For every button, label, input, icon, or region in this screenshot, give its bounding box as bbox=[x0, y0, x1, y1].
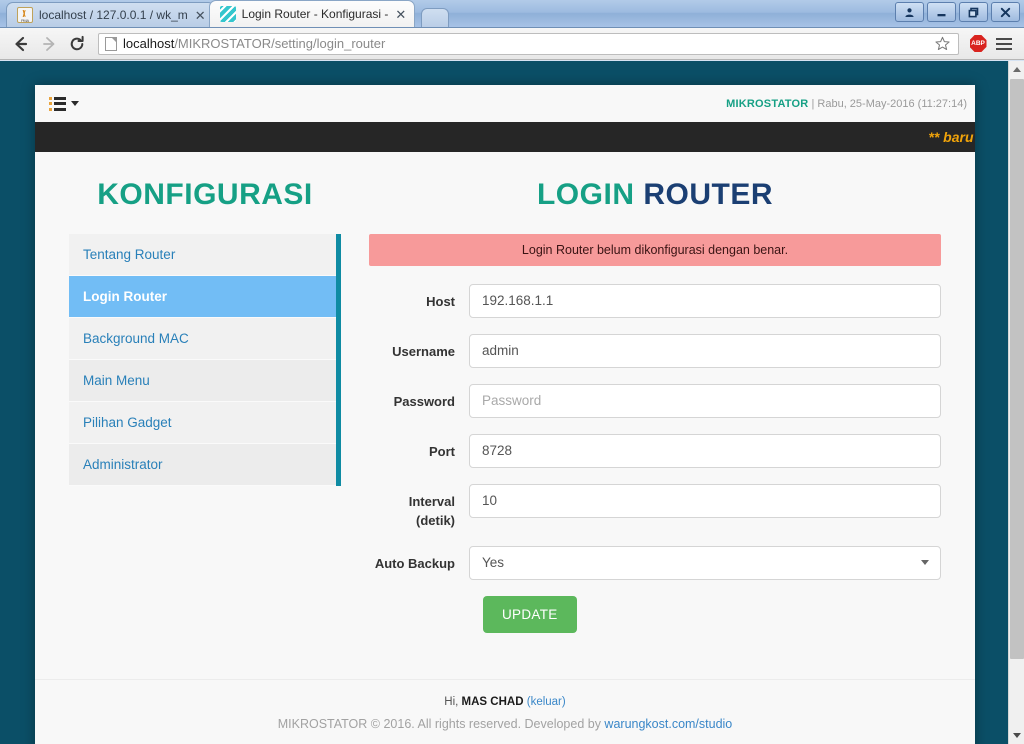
chevron-down-icon bbox=[921, 560, 929, 565]
browser-window: localhost / 127.0.0.1 / wk_m ✕ Login Rou… bbox=[0, 0, 1024, 744]
page-document-icon bbox=[105, 36, 117, 51]
list-menu-icon bbox=[49, 96, 66, 111]
scroll-up-button[interactable] bbox=[1009, 61, 1024, 78]
browser-titlebar: localhost / 127.0.0.1 / wk_m ✕ Login Rou… bbox=[0, 0, 1024, 28]
developer-link[interactable]: warungkost.com/studio bbox=[604, 717, 732, 731]
marquee-bar: ** baru saja : avi bbox=[35, 122, 975, 152]
username-label: Username bbox=[392, 344, 455, 359]
user-account-button[interactable] bbox=[895, 2, 924, 22]
page-title-part1: LOGIN bbox=[536, 178, 644, 211]
sidebar-item-login-router[interactable]: Login Router bbox=[69, 276, 336, 318]
sidebar-item-administrator[interactable]: Administrator bbox=[69, 444, 336, 486]
address-host: localhost bbox=[123, 36, 175, 51]
update-button[interactable]: UPDATE bbox=[483, 596, 577, 633]
browser-toolbar: localhost/MIKROSTATOR/setting/login_rout… bbox=[0, 28, 1024, 60]
scroll-down-button[interactable] bbox=[1009, 727, 1024, 744]
sidebar-item-tentang-router[interactable]: Tentang Router bbox=[69, 234, 336, 276]
phpmyadmin-favicon-icon bbox=[17, 7, 33, 23]
auto-backup-select[interactable]: Yes bbox=[469, 546, 941, 580]
tab-strip: localhost / 127.0.0.1 / wk_m ✕ Login Rou… bbox=[0, 0, 450, 27]
sidebar-item-background-mac[interactable]: Background MAC bbox=[69, 318, 336, 360]
browser-tab-phpmyadmin[interactable]: localhost / 127.0.0.1 / wk_m ✕ bbox=[6, 2, 215, 27]
scrollbar-thumb[interactable] bbox=[1010, 79, 1024, 659]
interval-label: Interval (detik) bbox=[408, 494, 455, 528]
host-input[interactable]: 192.168.1.1 bbox=[469, 284, 941, 318]
logout-link[interactable]: (keluar) bbox=[527, 696, 566, 708]
footer-copyright: MIKROSTATOR © 2016. All rights reserved.… bbox=[35, 717, 975, 731]
footer-greeting: Hi, bbox=[444, 696, 459, 708]
status-alert: Login Router belum dikonfigurasi dengan … bbox=[369, 234, 941, 266]
password-input[interactable]: Password bbox=[469, 384, 941, 418]
footer-user-line: Hi, MAS CHAD (keluar) bbox=[35, 696, 975, 708]
auto-backup-select-wrap: Yes bbox=[469, 546, 941, 580]
host-label: Host bbox=[426, 294, 455, 309]
port-label: Port bbox=[429, 444, 455, 459]
app-content: KONFIGURASI Tentang Router Login Router … bbox=[35, 152, 975, 649]
config-nav-list: Tentang Router Login Router Background M… bbox=[69, 234, 341, 486]
sidebar-title: KONFIGURASI bbox=[97, 178, 313, 211]
tab-title: Login Router - Konfigurasi - bbox=[241, 7, 389, 21]
close-button[interactable] bbox=[991, 2, 1020, 22]
vertical-scrollbar[interactable] bbox=[1008, 61, 1024, 744]
page-viewport: MIKROSTATOR | Rabu, 25-May-2016 (11:27:1… bbox=[0, 61, 1024, 744]
reload-button[interactable] bbox=[64, 31, 90, 57]
sidebar-column: KONFIGURASI Tentang Router Login Router … bbox=[69, 178, 369, 649]
sidebar-item-pilihan-gadget[interactable]: Pilihan Gadget bbox=[69, 402, 336, 444]
window-controls bbox=[895, 2, 1020, 22]
marquee-prefix: ** baru saja : bbox=[928, 129, 975, 145]
login-router-form: Host 192.168.1.1 Username admin Password… bbox=[369, 284, 941, 633]
form-row-auto-backup: Auto Backup Yes bbox=[369, 546, 941, 580]
bookmark-star-icon[interactable] bbox=[930, 32, 954, 56]
port-input[interactable]: 8728 bbox=[469, 434, 941, 468]
app-brand-label: MIKROSTATOR bbox=[726, 97, 809, 110]
close-icon[interactable]: ✕ bbox=[395, 8, 406, 21]
page-title-part2: ROUTER bbox=[643, 178, 773, 211]
app-page: MIKROSTATOR | Rabu, 25-May-2016 (11:27:1… bbox=[35, 85, 975, 744]
address-bar[interactable]: localhost/MIKROSTATOR/setting/login_rout… bbox=[98, 32, 959, 56]
page-title: LOGIN ROUTER bbox=[369, 178, 941, 212]
adblock-plus-icon[interactable]: ABP bbox=[966, 32, 990, 56]
username-input[interactable]: admin bbox=[469, 334, 941, 368]
chevron-down-icon bbox=[71, 101, 79, 106]
back-button[interactable] bbox=[8, 31, 34, 57]
address-bar-url: localhost/MIKROSTATOR/setting/login_rout… bbox=[123, 36, 930, 51]
mikrostator-favicon-icon bbox=[219, 6, 236, 22]
form-row-port: Port 8728 bbox=[369, 434, 941, 468]
main-column: LOGIN ROUTER Login Router belum dikonfig… bbox=[369, 178, 941, 649]
form-row-host: Host 192.168.1.1 bbox=[369, 284, 941, 318]
footer-username: MAS CHAD bbox=[461, 696, 524, 708]
form-row-password: Password Password bbox=[369, 384, 941, 418]
app-footer: Hi, MAS CHAD (keluar) MIKROSTATOR © 2016… bbox=[35, 679, 975, 744]
form-row-submit: UPDATE bbox=[369, 596, 941, 633]
sidebar-item-main-menu[interactable]: Main Menu bbox=[69, 360, 336, 402]
browser-tab-login-router[interactable]: Login Router - Konfigurasi - ✕ bbox=[208, 0, 416, 27]
new-tab-button[interactable] bbox=[421, 8, 450, 27]
address-path: /MIKROSTATOR/setting/login_router bbox=[174, 36, 386, 51]
browser-menu-icon[interactable] bbox=[992, 32, 1016, 56]
app-topbar: MIKROSTATOR | Rabu, 25-May-2016 (11:27:1… bbox=[35, 85, 975, 122]
chevron-down-icon bbox=[1013, 733, 1021, 738]
topbar-datetime: Rabu, 25-May-2016 (11:27:14) bbox=[817, 97, 967, 110]
copyright-text: MIKROSTATOR © 2016. All rights reserved.… bbox=[277, 717, 605, 731]
topbar-status: MIKROSTATOR | Rabu, 25-May-2016 (11:27:1… bbox=[726, 98, 967, 110]
tab-title: localhost / 127.0.0.1 / wk_m bbox=[39, 8, 188, 22]
menu-toggle-button[interactable] bbox=[45, 94, 83, 114]
form-row-username: Username admin bbox=[369, 334, 941, 368]
restore-button[interactable] bbox=[959, 2, 988, 22]
marquee-message: ** baru saja : avi bbox=[928, 122, 975, 152]
minimize-button[interactable] bbox=[927, 2, 956, 22]
forward-button[interactable] bbox=[36, 31, 62, 57]
chevron-up-icon bbox=[1013, 67, 1021, 72]
form-row-interval: Interval (detik) 10 bbox=[369, 484, 941, 530]
password-label: Password bbox=[393, 394, 455, 409]
close-icon[interactable]: ✕ bbox=[195, 9, 206, 22]
auto-backup-label: Auto Backup bbox=[374, 556, 455, 571]
interval-input[interactable]: 10 bbox=[469, 484, 941, 518]
